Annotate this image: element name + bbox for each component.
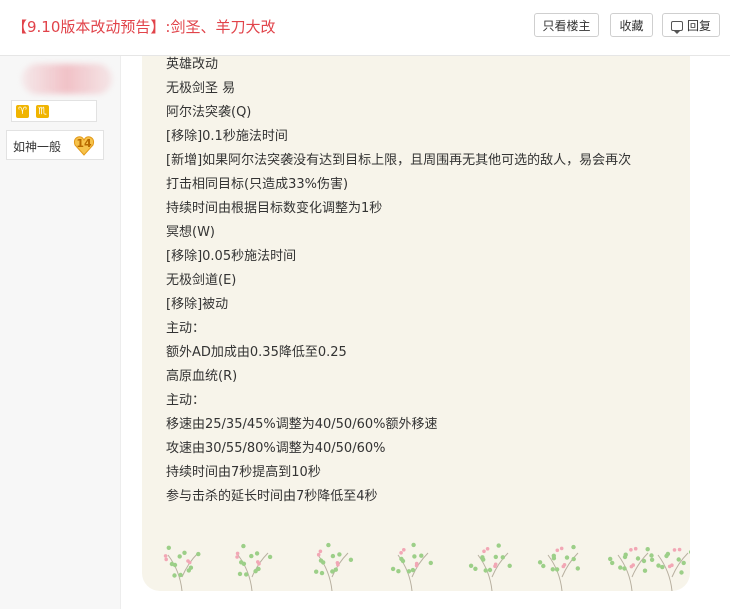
zodiac-icon[interactable]: ♏ [36, 105, 49, 118]
post-line: 主动： [166, 393, 206, 408]
post-line: 持续时间由7秒提高到10秒 [166, 465, 321, 480]
post-line: [移除]被动 [166, 297, 229, 312]
post-line: 无极剑圣 易 [166, 81, 236, 96]
icon-badge-box: ♈ ♏ [11, 100, 97, 122]
post-line: 攻速由30/55/80%调整为40/50/60% [166, 441, 386, 456]
post-line: 无极剑道(E) [166, 273, 237, 288]
favorite-button[interactable]: 收藏 [610, 13, 653, 37]
author-sidebar: ♈ ♏ 如神一般 14 [0, 56, 121, 609]
post-line: [新增]如果阿尔法突袭没有达到目标上限，且周围再无其他可选的敌人，易会再次 [166, 153, 632, 168]
zodiac-icon[interactable]: ♈ [16, 105, 29, 118]
level-badge-icon: 14 [73, 135, 95, 157]
user-level[interactable]: 如神一般 14 [6, 130, 104, 160]
reply-button[interactable]: 回复 [662, 13, 720, 37]
post-text: 英雄改动无极剑圣 易阿尔法突袭(Q) [移除]0.1秒施法时间 [新增]如果阿尔法突… [166, 56, 631, 512]
only-op-button[interactable]: 只看楼主 [534, 13, 599, 37]
post-line: 主动： [166, 321, 206, 336]
thread-header: 【9.10版本改动预告】:剑圣、羊刀大改 只看楼主 收藏 回复 [0, 0, 730, 56]
post-line: 英雄改动 [166, 57, 219, 72]
post-line: [移除]0.1秒施法时间 [166, 129, 288, 144]
level-number: 14 [76, 137, 92, 150]
post-line: 参与击杀的延长时间由7秒降低至4秒 [166, 489, 378, 504]
post-line: 持续时间由根据目标数变化调整为1秒 [166, 201, 383, 216]
post-line: 移速由25/35/45%调整为40/50/60%额外移速 [166, 417, 438, 432]
post-content: 英雄改动无极剑圣 易阿尔法突袭(Q) [移除]0.1秒施法时间 [新增]如果阿尔法突… [142, 56, 690, 591]
floral-decoration [163, 542, 690, 591]
post-line: 打击相同目标(只造成33%伤害) [166, 177, 349, 192]
post-line: [移除]0.05秒施法时间 [166, 249, 297, 264]
reply-label: 回复 [686, 19, 711, 33]
post-line: 冥想(W) [166, 225, 215, 240]
post-line: 高原血统(R) [166, 369, 238, 384]
post-line: 阿尔法突袭(Q) [166, 105, 252, 120]
comment-icon [670, 21, 683, 34]
thread-title[interactable]: 【9.10版本改动预告】:剑圣、羊刀大改 [12, 16, 275, 37]
level-name: 如神一般 [13, 140, 62, 154]
post-line: 额外AD加成由0.35降低至0.25 [166, 345, 347, 360]
author-name-blurred[interactable] [22, 64, 112, 94]
